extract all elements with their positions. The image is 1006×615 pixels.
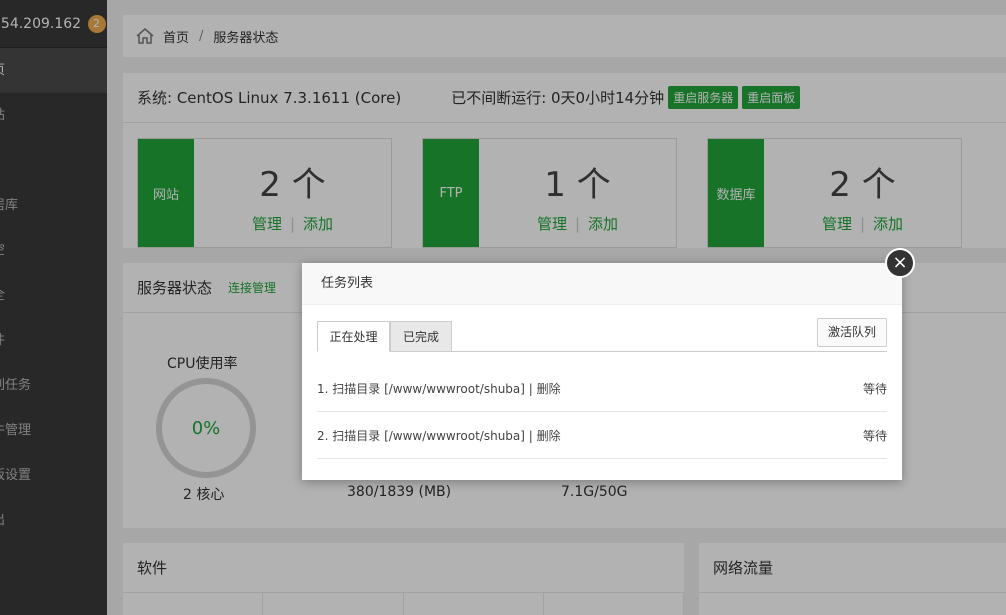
task-tabs: 正在处理 已完成 <box>317 321 887 352</box>
task-status: 等待 <box>862 428 887 443</box>
activate-queue-button[interactable]: 激活队列 <box>817 318 887 347</box>
task-row: 1. 扫描目录 [/www/wwwroot/shuba] | 删除 等待 <box>317 365 887 412</box>
close-icon[interactable]: × <box>885 248 915 278</box>
task-text: 1. 扫描目录 [/www/wwwroot/shuba] | 删除 <box>317 381 561 396</box>
modal-title: 任务列表 <box>302 263 902 305</box>
task-status: 等待 <box>862 381 887 396</box>
task-list-modal: 任务列表 × 正在处理 已完成 激活队列 1. 扫描目录 [/www/wwwro… <box>302 248 915 480</box>
tab-completed[interactable]: 已完成 <box>390 321 452 352</box>
task-row: 2. 扫描目录 [/www/wwwroot/shuba] | 删除 等待 <box>317 412 887 459</box>
tab-processing[interactable]: 正在处理 <box>317 321 390 352</box>
task-text: 2. 扫描目录 [/www/wwwroot/shuba] | 删除 <box>317 428 561 443</box>
